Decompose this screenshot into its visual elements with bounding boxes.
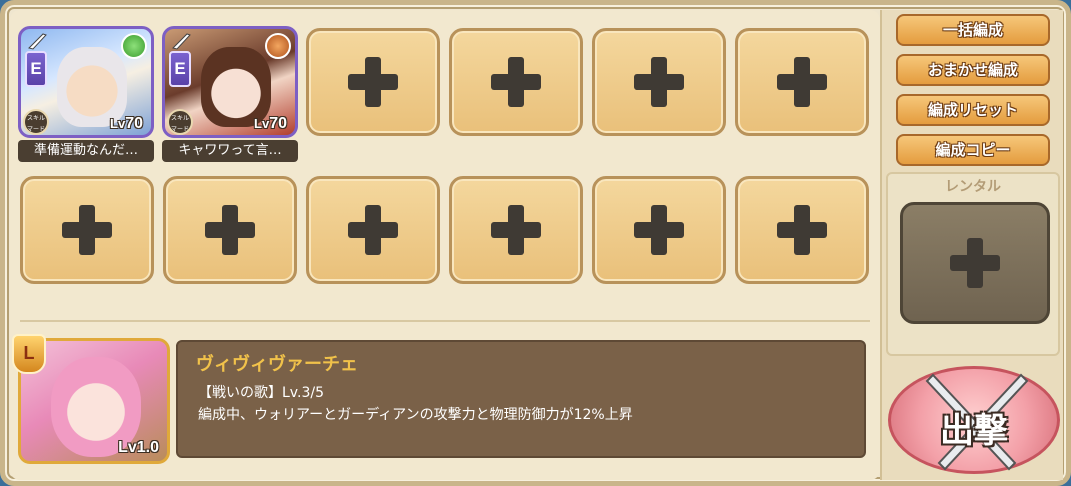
leader-name: ヴィヴィヴァーチェ — [196, 354, 358, 375]
plus-icon — [491, 57, 541, 107]
plus-icon — [777, 57, 827, 107]
empty-party-slot[interactable] — [163, 176, 297, 284]
empty-party-slot[interactable] — [735, 176, 869, 284]
rental-title: レンタル — [945, 179, 1001, 195]
unit-portrait: E スキル マード Lv70 — [18, 26, 154, 138]
unit-name: キャワワって言… — [162, 140, 298, 162]
plus-icon — [205, 205, 255, 255]
plus-icon — [634, 205, 684, 255]
plus-icon — [348, 205, 398, 255]
plus-icon — [950, 238, 1000, 288]
empty-party-slot[interactable] — [20, 176, 154, 284]
plus-icon — [777, 205, 827, 255]
sword-icon — [28, 33, 47, 50]
party-unit-2[interactable]: E スキル マード Lv70 キャワワって言… — [162, 26, 298, 166]
leader-skill-panel: ヴィヴィヴァーチェ 【戦いの歌】Lv.3/5 編成中、ウォリアーとガーディアンの… — [176, 340, 866, 458]
rental-slot[interactable] — [900, 202, 1050, 324]
skill-mode-icon: スキル マード — [23, 109, 49, 135]
leader-badge-icon: L — [12, 334, 46, 374]
wind-element-icon — [121, 33, 147, 59]
rarity-badge: E — [25, 51, 47, 87]
sortie-button[interactable]: 出撃 — [888, 366, 1060, 474]
bulk-formation-button[interactable]: 一括編成 — [896, 14, 1050, 46]
auto-formation-button[interactable]: おまかせ編成 — [896, 54, 1050, 86]
unit-portrait: E スキル マード Lv70 — [162, 26, 298, 138]
sortie-label: 出撃 — [940, 411, 1008, 451]
rarity-badge: E — [169, 51, 191, 87]
leader-skill-title: 【戦いの歌】Lv.3/5 — [198, 385, 324, 401]
plus-icon — [62, 205, 112, 255]
empty-party-slot[interactable] — [592, 176, 726, 284]
plus-icon — [348, 57, 398, 107]
empty-party-slot[interactable] — [449, 176, 583, 284]
unit-name: 準備運動なんだ… — [18, 140, 154, 162]
section-divider — [20, 320, 870, 322]
leader-skill-description: 編成中、ウォリアーとガーディアンの攻撃力と物理防御力が12%上昇 — [198, 407, 633, 423]
sword-icon — [172, 33, 191, 50]
formation-reset-button[interactable]: 編成リセット — [896, 94, 1050, 126]
plus-icon — [634, 57, 684, 107]
leader-level: Lv1.0 — [118, 439, 159, 456]
empty-party-slot[interactable] — [306, 176, 440, 284]
unit-level: Lv70 — [110, 115, 143, 132]
empty-party-slot[interactable] — [735, 28, 869, 136]
formation-copy-button[interactable]: 編成コピー — [896, 134, 1050, 166]
rental-section: レンタル — [886, 172, 1060, 356]
plus-icon — [491, 205, 541, 255]
fire-element-icon — [265, 33, 291, 59]
unit-level: Lv70 — [254, 115, 287, 132]
party-unit-1[interactable]: E スキル マード Lv70 準備運動なんだ… — [18, 26, 154, 166]
empty-party-slot[interactable] — [306, 28, 440, 136]
skill-mode-icon: スキル マード — [167, 109, 193, 135]
empty-party-slot[interactable] — [592, 28, 726, 136]
empty-party-slot[interactable] — [449, 28, 583, 136]
